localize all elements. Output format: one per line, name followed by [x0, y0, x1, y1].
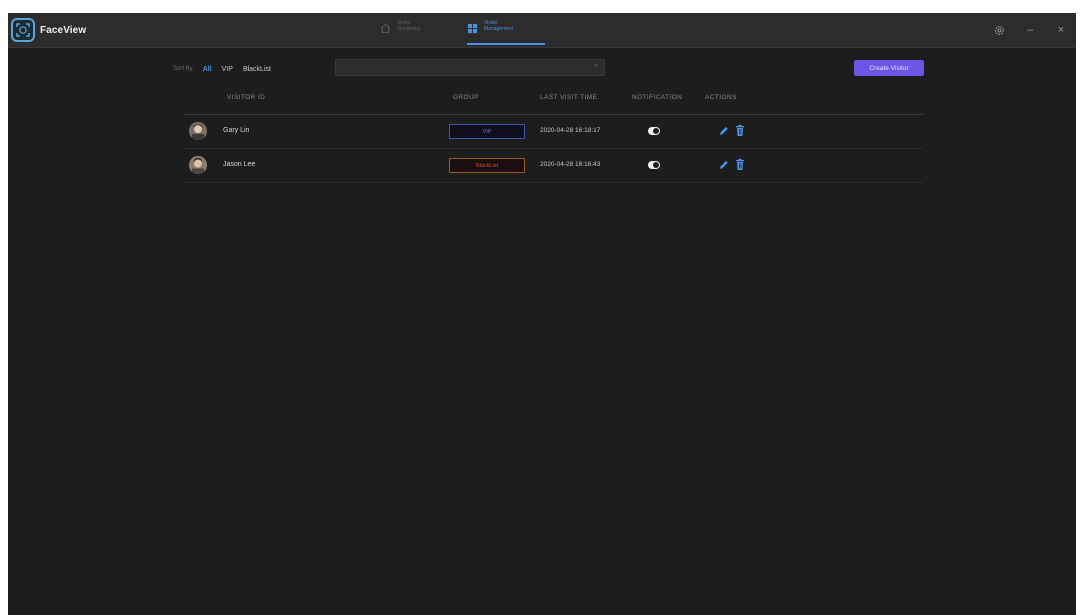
avatar [189, 122, 207, 140]
column-header-notification: NOTIFICATION [632, 94, 683, 101]
create-visitor-button[interactable]: Create Visitor [854, 60, 924, 76]
notification-toggle[interactable] [648, 127, 660, 135]
app-window: FaceView Visitor Monitoring Visitor Mana… [8, 13, 1076, 615]
settings-button[interactable] [992, 23, 1006, 37]
last-visit-time: 2020-04-28 16:16:43 [540, 161, 601, 168]
group-badge: VIP [449, 124, 525, 139]
sort-option-blacklist[interactable]: BlackList [243, 66, 271, 73]
app-logo: FaceView [11, 18, 86, 42]
column-header-visitor-id: VISITOR ID [227, 94, 266, 101]
gear-icon [994, 25, 1004, 35]
home-icon [380, 23, 391, 34]
column-header-last-visit-time: LAST VISIT TIME [540, 94, 598, 101]
visitor-name: Jason Lee [223, 161, 256, 168]
search-input[interactable]: × [335, 59, 605, 76]
title-bar: FaceView Visitor Monitoring Visitor Mana… [8, 13, 1076, 48]
edit-icon[interactable] [718, 124, 729, 137]
close-button[interactable]: × [1054, 23, 1068, 37]
column-header-group: GROUP [453, 94, 479, 101]
tab-visitor-monitoring[interactable]: Visitor Monitoring [380, 20, 420, 44]
grid-icon [467, 23, 478, 34]
app-title: FaceView [40, 24, 87, 36]
trash-icon[interactable] [735, 124, 745, 137]
trash-icon[interactable] [735, 158, 745, 171]
tab-label: Visitor Monitoring [397, 20, 420, 32]
minimize-button[interactable]: – [1023, 23, 1037, 37]
avatar [189, 156, 207, 174]
sort-option-vip[interactable]: VIP [222, 66, 233, 73]
edit-icon[interactable] [718, 158, 729, 171]
window-controls: – × [975, 23, 1068, 37]
group-badge: BlackList [449, 158, 525, 173]
tab-label: Visitor Management [484, 20, 513, 32]
table-row: Jason Lee BlackList 2020-04-28 16:16:43 [183, 149, 923, 183]
sort-label: Sort By [173, 66, 193, 72]
tab-visitor-management[interactable]: Visitor Management [467, 20, 513, 44]
column-header-actions: ACTIONS [705, 94, 737, 101]
sort-toolbar: Sort By All VIP BlackList [173, 61, 281, 77]
active-tab-indicator [467, 43, 545, 45]
clear-icon[interactable]: × [594, 63, 598, 70]
tab-label-line2: Management [484, 26, 514, 32]
table-row: Gary Lin VIP 2020-04-28 16:18:17 [183, 115, 923, 149]
face-scan-icon [11, 18, 35, 42]
sort-option-all[interactable]: All [203, 66, 212, 73]
visitor-name: Gary Lin [223, 127, 250, 134]
last-visit-time: 2020-04-28 16:18:17 [540, 127, 601, 134]
tab-label-line2: Monitoring [397, 26, 421, 32]
notification-toggle[interactable] [648, 161, 660, 169]
